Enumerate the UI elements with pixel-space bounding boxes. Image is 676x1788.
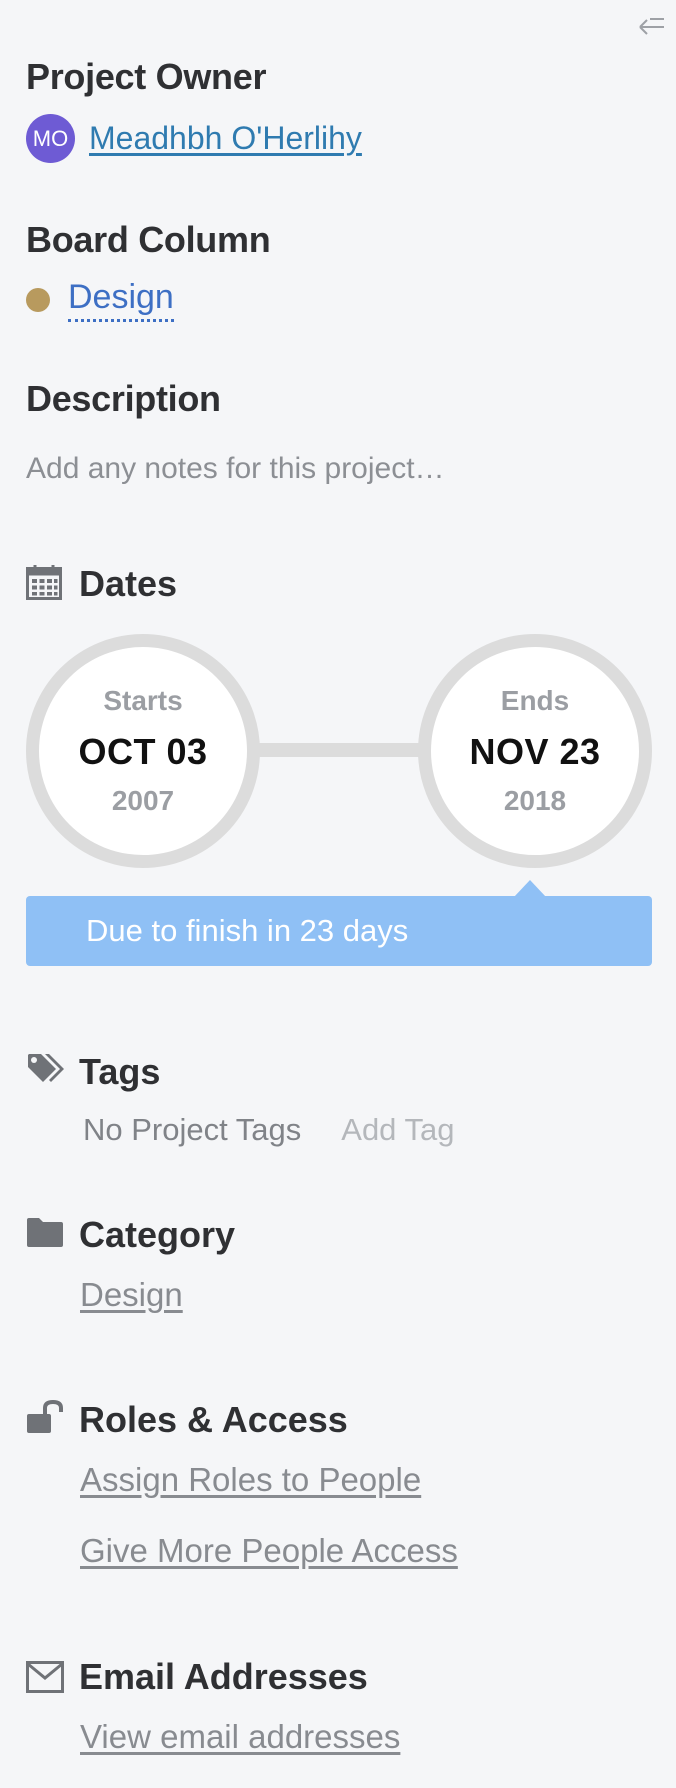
start-date-year: 2007 xyxy=(111,785,175,816)
dates-heading: Dates xyxy=(79,563,178,604)
category-link[interactable]: Design xyxy=(80,1276,183,1314)
arrow-left-icon xyxy=(639,18,664,35)
category-heading: Category xyxy=(79,1214,236,1255)
end-date-picker[interactable]: Ends NOV 23 2018 xyxy=(418,634,652,868)
due-status-banner: Due to finish in 23 days xyxy=(26,896,652,966)
date-range-connector xyxy=(250,743,430,757)
no-tags-text: No Project Tags xyxy=(83,1112,302,1147)
description-heading: Description xyxy=(26,378,221,419)
envelope-icon xyxy=(26,1661,64,1698)
view-email-addresses-link[interactable]: View email addresses xyxy=(80,1718,400,1756)
end-date-label: Ends xyxy=(500,685,570,716)
tags-row: No Project Tags Add Tag xyxy=(83,1112,454,1148)
owner-name-link[interactable]: Meadhbh O'Herlihy xyxy=(89,120,362,157)
roles-access-heading: Roles & Access xyxy=(79,1399,348,1440)
tags-icon xyxy=(26,1052,68,1093)
owner-row: MO Meadhbh O'Herlihy xyxy=(26,114,362,163)
folder-icon xyxy=(26,1216,64,1253)
board-column-row: Design xyxy=(26,278,174,322)
start-date-value: OCT 03 xyxy=(78,731,208,772)
unlock-icon xyxy=(26,1399,64,1439)
assign-roles-link[interactable]: Assign Roles to People xyxy=(80,1461,421,1499)
tags-heading: Tags xyxy=(79,1051,161,1092)
give-access-link[interactable]: Give More People Access xyxy=(80,1532,458,1570)
end-date-value: NOV 23 xyxy=(469,731,601,772)
due-banner-pointer xyxy=(514,880,546,897)
description-input[interactable]: Add any notes for this project… xyxy=(26,452,445,486)
calendar-icon xyxy=(26,564,62,605)
project-details-panel: Project Owner MO Meadhbh O'Herlihy Board… xyxy=(0,0,676,1788)
start-date-label: Starts xyxy=(103,685,183,716)
end-date-year: 2018 xyxy=(503,785,567,816)
column-color-dot xyxy=(26,288,50,312)
email-addresses-heading: Email Addresses xyxy=(79,1656,368,1697)
add-tag-button[interactable]: Add Tag xyxy=(341,1112,454,1148)
board-column-link[interactable]: Design xyxy=(68,278,174,322)
project-owner-heading: Project Owner xyxy=(26,56,267,97)
collapse-panel-button[interactable] xyxy=(634,12,668,42)
start-date-picker[interactable]: Starts OCT 03 2007 xyxy=(26,634,260,868)
board-column-heading: Board Column xyxy=(26,219,271,260)
avatar[interactable]: MO xyxy=(26,114,75,163)
